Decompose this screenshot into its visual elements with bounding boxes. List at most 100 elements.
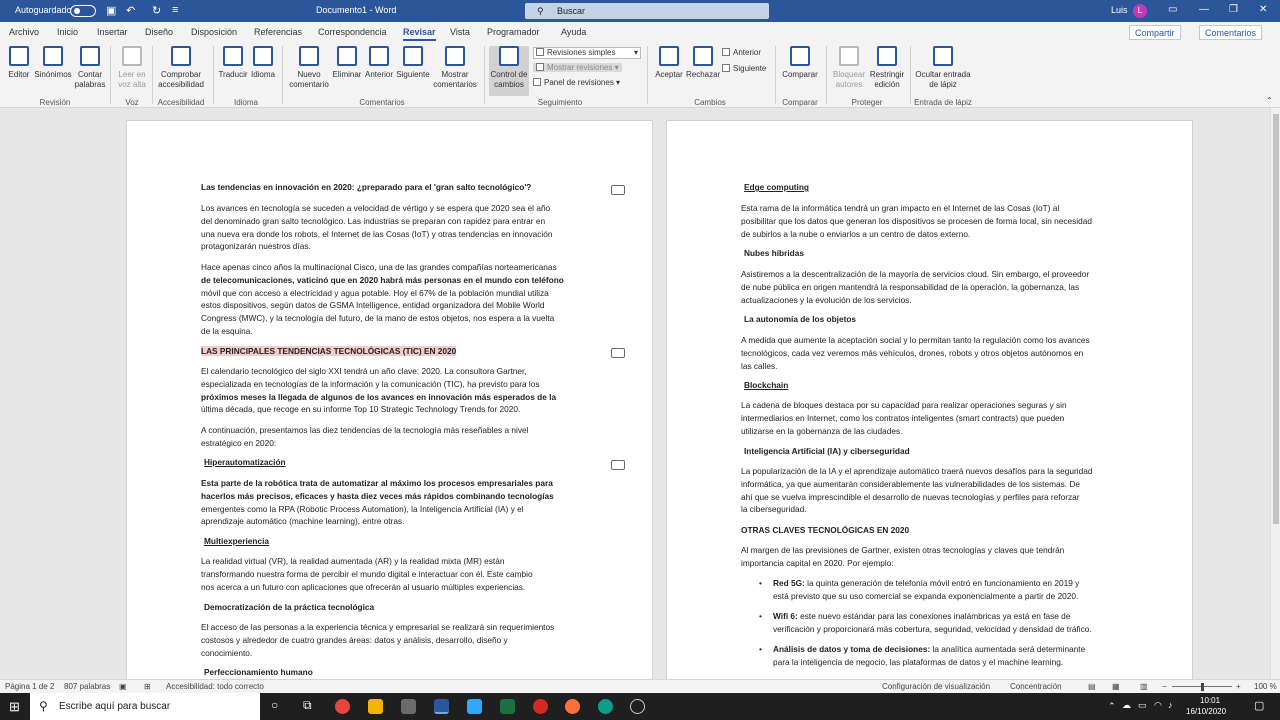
focus-mode[interactable]: Concentración: [1010, 682, 1062, 691]
avatar[interactable]: L: [1133, 4, 1147, 18]
word-count[interactable]: 807 palabras: [64, 682, 110, 691]
show-comments-button[interactable]: Mostrar comentarios: [433, 46, 477, 90]
volume-icon[interactable]: ♪: [1168, 700, 1173, 710]
word-icon[interactable]: [434, 699, 449, 714]
accept-button[interactable]: Aceptar: [651, 46, 687, 80]
cloud-icon[interactable]: ☁: [1122, 700, 1131, 711]
autosave-toggle[interactable]: [70, 5, 96, 17]
file-explorer-icon[interactable]: [368, 699, 383, 714]
next-change-button[interactable]: Siguiente: [722, 64, 766, 73]
web-layout-icon[interactable]: ▥: [1140, 682, 1148, 691]
wifi-icon[interactable]: ◠: [1154, 700, 1162, 711]
comment-icon[interactable]: [611, 185, 625, 195]
markup-display-dropdown[interactable]: Revisiones simples ▾: [533, 47, 641, 59]
clock-date[interactable]: 16/10/2020: [1186, 707, 1226, 716]
page-1[interactable]: Las tendencias en innovación en 2020: ¿p…: [126, 120, 653, 679]
app-icon[interactable]: [630, 699, 645, 714]
display-settings[interactable]: Configuración de visualización: [882, 682, 990, 691]
collapse-ribbon-icon[interactable]: ⌃: [1266, 96, 1273, 105]
print-layout-icon[interactable]: ▦: [1112, 682, 1120, 691]
thesaurus-button[interactable]: Sinónimos: [33, 46, 73, 80]
compare-button[interactable]: Comparar: [780, 46, 820, 80]
word-count-button[interactable]: Contar palabras: [74, 46, 106, 90]
previous-comment-button[interactable]: Anterior: [363, 46, 395, 80]
language-button[interactable]: Idioma: [250, 46, 276, 80]
share-button[interactable]: Compartir: [1129, 25, 1181, 40]
read-mode-icon[interactable]: ▤: [1088, 682, 1096, 691]
save-icon[interactable]: ▣: [106, 4, 116, 17]
zoom-in-icon[interactable]: +: [1236, 682, 1241, 691]
notifications-icon[interactable]: ▢: [1254, 699, 1264, 712]
proofing-icon[interactable]: ▣: [119, 682, 127, 691]
check-accessibility-button[interactable]: Comprobar accesibilidad: [156, 46, 206, 90]
tab-insertar[interactable]: Insertar: [97, 27, 128, 37]
maximize-icon[interactable]: ❐: [1229, 4, 1238, 15]
next-comment-button[interactable]: Siguiente: [395, 46, 431, 80]
tray-chevron-icon[interactable]: ⌃: [1108, 701, 1116, 712]
comment-icon[interactable]: [611, 348, 625, 358]
paragraph: La popularización de la IA y el aprendiz…: [741, 466, 1093, 515]
chrome-icon[interactable]: [335, 699, 350, 714]
reject-button[interactable]: Rechazar: [686, 46, 720, 80]
zoom-out-icon[interactable]: −: [1162, 682, 1167, 691]
windows-start-icon[interactable]: ⊞: [9, 699, 20, 715]
minimize-icon[interactable]: —: [1199, 4, 1209, 15]
excel-icon[interactable]: [500, 699, 515, 714]
delete-comment-button[interactable]: Eliminar: [331, 46, 363, 80]
block-authors-button[interactable]: Bloquear autores: [830, 46, 868, 90]
reviewing-pane-icon: [533, 78, 541, 86]
scroll-thumb[interactable]: [1273, 114, 1279, 524]
clock-time[interactable]: 10:01: [1200, 696, 1220, 705]
new-comment-button[interactable]: Nuevo comentario: [287, 46, 331, 90]
page-count[interactable]: Página 1 de 2: [5, 682, 54, 691]
taskbar-search[interactable]: ⚲ Escribe aquí para buscar: [30, 693, 260, 720]
ribbon-display-icon[interactable]: ▭: [1168, 4, 1177, 15]
cortana-icon[interactable]: ○: [271, 698, 278, 712]
tab-disposicion[interactable]: Disposición: [191, 27, 237, 37]
close-icon[interactable]: ✕: [1259, 4, 1267, 15]
tab-correspondencia[interactable]: Correspondencia: [318, 27, 387, 37]
search-placeholder: Buscar: [557, 6, 586, 16]
editor-button[interactable]: Editor: [6, 46, 32, 80]
comments-button[interactable]: Comentarios: [1199, 25, 1263, 40]
tab-diseno[interactable]: Diseño: [145, 27, 173, 37]
edge-icon[interactable]: [598, 699, 613, 714]
tab-vista[interactable]: Vista: [450, 27, 470, 37]
document-canvas[interactable]: Las tendencias en innovación en 2020: ¿p…: [0, 108, 1270, 679]
firefox-icon[interactable]: [565, 699, 580, 714]
zoom-level[interactable]: 100 %: [1254, 682, 1277, 691]
undo-icon[interactable]: ↶: [126, 4, 135, 17]
vertical-scrollbar[interactable]: [1270, 108, 1280, 679]
task-view-icon[interactable]: ⧉: [303, 698, 312, 713]
hide-ink-button[interactable]: Ocultar entrada de lápiz: [914, 46, 972, 90]
page-2[interactable]: Edge computing Esta rama de la informáti…: [666, 120, 1193, 679]
track-changes-button[interactable]: Control de cambios: [489, 46, 529, 96]
tab-programador[interactable]: Programador: [487, 27, 540, 37]
tab-inicio[interactable]: Inicio: [57, 27, 78, 37]
search-box[interactable]: ⚲ Buscar: [525, 3, 769, 19]
customize-qat-icon[interactable]: ≡: [172, 4, 178, 16]
previous-change-button[interactable]: Anterior: [722, 48, 761, 57]
translate-button[interactable]: Traducir: [216, 46, 250, 80]
tab-archivo[interactable]: Archivo: [9, 27, 39, 37]
tab-referencias[interactable]: Referencias: [254, 27, 302, 37]
store-icon[interactable]: [401, 699, 416, 714]
network-icon[interactable]: ▭: [1138, 700, 1147, 711]
paragraph: La cadena de bloques destaca por su capa…: [741, 400, 1067, 436]
comment-icon[interactable]: [611, 460, 625, 470]
tab-ayuda[interactable]: Ayuda: [561, 27, 586, 37]
photoshop-icon[interactable]: [467, 699, 482, 714]
previous-comment-icon: [369, 46, 389, 66]
user-name[interactable]: Luis: [1111, 5, 1128, 15]
tab-revisar[interactable]: Revisar: [403, 27, 436, 41]
reviewing-pane-dropdown[interactable]: Panel de revisiones ▾: [533, 78, 620, 87]
restrict-editing-button[interactable]: Restringir edición: [868, 46, 906, 90]
zoom-slider-thumb[interactable]: [1201, 683, 1204, 691]
opera-icon[interactable]: [533, 699, 548, 714]
accessibility-status-icon: ⊞: [144, 682, 151, 691]
accessibility-status[interactable]: Accesibilidad: todo correcto: [166, 682, 264, 691]
show-markup-dropdown[interactable]: Mostrar revisiones ▾: [533, 63, 622, 72]
read-aloud-icon: [122, 46, 142, 66]
read-aloud-button[interactable]: Leer en voz alta: [115, 46, 149, 90]
redo-icon[interactable]: ↻: [152, 4, 161, 17]
